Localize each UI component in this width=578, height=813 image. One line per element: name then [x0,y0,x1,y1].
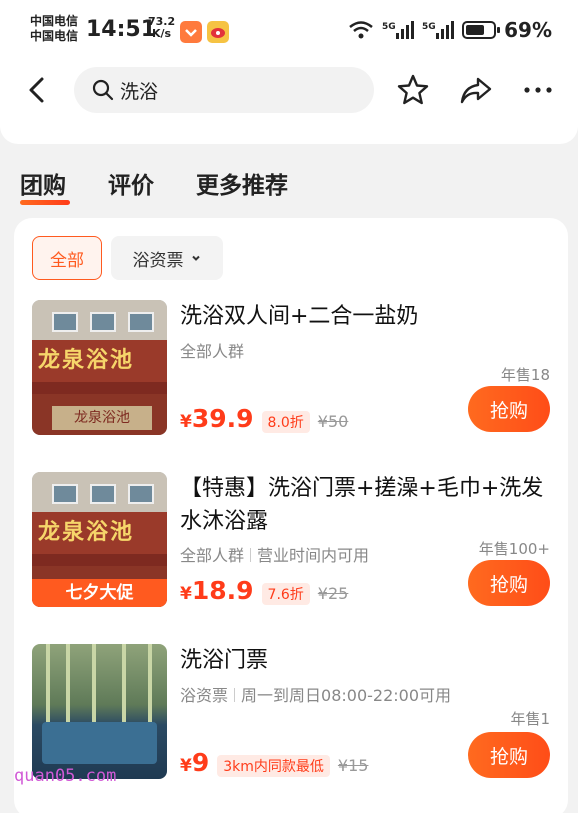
status-right: 5G 5G 69% [348,17,552,43]
promo-banner: 七夕大促 [32,579,167,607]
status-time: 14:51 [86,17,157,42]
carrier-2: 中国电信 [30,29,79,43]
deal-meta-audience: 全部人群 [180,546,245,565]
svg-text:5G: 5G [422,22,436,32]
active-tab-indicator [20,200,70,205]
signal-icon: 5G [382,21,415,39]
deal-thumbnail: 龙泉浴池 七夕大促 [32,472,167,607]
more-icon [524,87,552,93]
deal-meta: 浴资票 周一到周日08:00-22:00可用 [180,682,451,706]
deal-thumbnail: 龙泉浴池 龙泉浴池 [32,300,167,435]
deal-meta-ticket-type: 浴资票 [180,686,229,705]
signal-icon-2: 5G [422,21,455,39]
share-icon [460,77,492,104]
deal-original-price: ¥50 [317,412,349,431]
scrolled-content-edge [0,122,578,144]
back-button[interactable] [20,72,56,108]
back-arrow-icon [29,77,44,103]
deal-discount-badge: 7.6折 [261,583,310,605]
battery-percent: 69% [504,18,552,42]
search-query: 洗浴 [120,80,159,103]
watermark: quan05.com [14,766,117,786]
filter-type-dropdown[interactable]: 浴资票 [111,236,223,280]
deal-sales: 年售18 [500,366,550,384]
network-speed: 73.2 K/s [148,16,175,40]
deal-title: 洗浴门票 [180,648,269,673]
notification-app-icon [180,21,202,43]
tab-group-buy[interactable]: 团购 [20,166,66,200]
chevron-down-icon [191,255,200,261]
deal-item[interactable]: 龙泉浴池 七夕大促 【特惠】洗浴门票+搓澡+毛巾+洗发水沐浴露 全部人群 营业时间… [14,472,568,622]
deal-original-price: ¥25 [317,584,349,603]
deal-meta: 全部人群 [180,338,244,362]
deal-meta-audience: 全部人群 [180,342,245,361]
deal-price-row: ¥39.9 8.0折 ¥50 [180,404,348,433]
deal-sales: 年售100+ [478,540,550,558]
thumb-sub-sign: 龙泉浴池 [52,406,152,430]
deal-discount-badge: 8.0折 [261,411,310,433]
deal-price: ¥9 [180,748,210,777]
deal-meta-hours: 营业时间内可用 [257,546,370,565]
deal-meta-hours: 周一到周日08:00-22:00可用 [241,686,452,705]
deal-price: ¥39.9 [180,404,254,433]
section-tabs: 团购 评价 更多推荐 [0,160,578,210]
tab-more-recommendations[interactable]: 更多推荐 [196,166,288,200]
thumb-sign-text: 龙泉浴池 [32,340,167,382]
deal-price: ¥18.9 [180,576,254,605]
weibo-icon [207,21,229,43]
deal-thumbnail [32,644,167,779]
svg-text:5G: 5G [382,22,396,32]
carrier-labels: 中国电信 中国电信 [30,14,78,44]
tab-reviews[interactable]: 评价 [108,166,154,200]
deal-price-row: ¥18.9 7.6折 ¥25 [180,576,348,605]
status-bar: 中国电信 中国电信 14:51 73.2 K/s 5G 5G 69% [0,0,578,60]
buy-button[interactable]: 抢购 [468,386,550,432]
more-button[interactable] [520,72,556,108]
star-icon [397,74,429,105]
filter-all-chip[interactable]: 全部 [32,236,102,280]
deal-title: 洗浴双人间+二合一盐奶 [180,304,419,329]
thumb-sign-text: 龙泉浴池 [32,512,167,554]
deal-title: 【特惠】洗浴门票+搓澡+毛巾+洗发水沐浴露 [180,476,544,534]
battery-icon [462,21,501,39]
wifi-icon [349,21,373,39]
buy-button[interactable]: 抢购 [468,732,550,778]
search-icon [92,79,114,101]
deal-price-row: ¥9 3km内同款最低 ¥15 [180,748,368,777]
deal-item[interactable]: 龙泉浴池 龙泉浴池 洗浴双人间+二合一盐奶 全部人群 年售18 ¥39.9 8.… [14,300,568,450]
speed-unit: K/s [152,27,172,40]
share-button[interactable] [458,72,494,108]
nav-bar: 洗浴 [0,60,578,122]
deal-discount-badge: 3km内同款最低 [217,755,330,777]
favorite-button[interactable] [395,72,431,108]
deal-original-price: ¥15 [337,756,369,775]
deals-card: 全部 浴资票 龙泉浴池 龙泉浴池 洗浴双人间+二合一盐奶 全部人群 年售18 ¥… [14,218,568,813]
deal-meta: 全部人群 营业时间内可用 [180,542,369,566]
carrier-1: 中国电信 [30,14,79,28]
deal-sales: 年售1 [510,710,550,728]
search-bar[interactable]: 洗浴 [74,67,374,113]
buy-button[interactable]: 抢购 [468,560,550,606]
filter-type-label: 浴资票 [132,250,184,271]
